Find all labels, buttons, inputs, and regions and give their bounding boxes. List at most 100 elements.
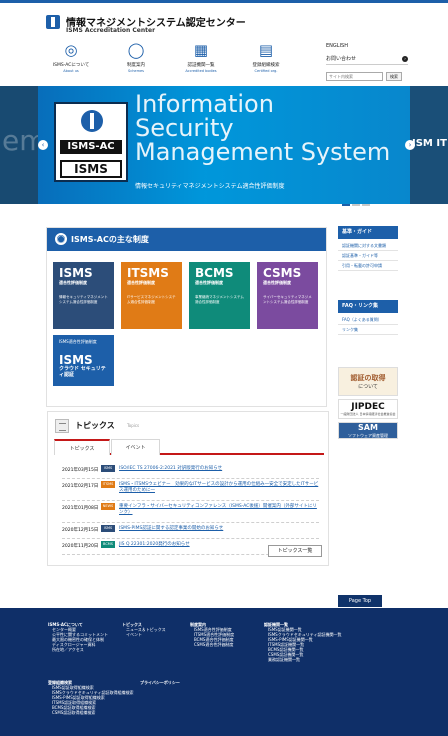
news-date: 2021年02月17日 bbox=[62, 484, 99, 489]
card-description: 事業継続マネジメントシステム適合性評価制度 bbox=[195, 295, 244, 304]
news-list: 2021年03月15日 ISMS ISO/IEC TS 27006-2:2021… bbox=[62, 463, 319, 555]
footer-link[interactable]: イベント bbox=[126, 632, 166, 637]
schemes-panel: ◯ ISMS-ACの主な制度 ISMS 適合性評価制度 情報セキュリティマネジメ… bbox=[47, 228, 326, 406]
news-date: 2021年03月15日 bbox=[62, 468, 99, 473]
news-tag: BCMS bbox=[101, 541, 115, 548]
utility-area: ENGLISH お問い合わせ › 検索 bbox=[326, 43, 408, 81]
faq-links: FAQ（よくある質問） リンク集 bbox=[338, 315, 398, 335]
slider-dot[interactable] bbox=[362, 204, 370, 206]
guide-link[interactable]: 引用・転載の許可申請 bbox=[338, 261, 398, 271]
footer-link[interactable]: 業務認証機関一覧 bbox=[268, 657, 341, 662]
slider-dot-active[interactable] bbox=[342, 204, 350, 206]
nav-bodies[interactable]: ▦ 認証機関一覧 Accredited bodies bbox=[170, 41, 232, 73]
header: 情報マネジメントシステム認定センター ISMS Accreditation Ce… bbox=[0, 0, 448, 86]
card-csms[interactable]: CSMS 適合性評価制度 サイバーセキュリティマネジメントシステム適合性評価制度 bbox=[257, 262, 318, 329]
faq-link[interactable]: リンク集 bbox=[338, 325, 398, 335]
schemes-title: ISMS-ACの主な制度 bbox=[71, 235, 149, 244]
english-link[interactable]: ENGLISH bbox=[326, 43, 408, 49]
nav-about[interactable]: ◎ ISMS-ACについて About us bbox=[40, 41, 102, 73]
card-description: ITサービスマネジメントシステム適合性評価制度 bbox=[127, 295, 176, 304]
nav-about-label: ISMS-ACについて bbox=[52, 63, 90, 68]
contact-link[interactable]: お問い合わせ › bbox=[326, 55, 408, 65]
faq-link[interactable]: FAQ（よくある質問） bbox=[338, 315, 398, 325]
guide-links: 認証機関に対する文書類 認証基準・ガイド等 引用・転載の許可申請 bbox=[338, 241, 398, 271]
footer-topics: トピックス ニュース＆トピックス イベント bbox=[122, 622, 166, 637]
privacy-policy-link[interactable]: プライバシーポリシー bbox=[140, 680, 180, 685]
search-input[interactable] bbox=[326, 72, 383, 81]
cloud-card-header: ISMS適合性評価制度 bbox=[59, 339, 97, 344]
slider-dots bbox=[342, 204, 382, 208]
news-link[interactable]: ISMS・ITSMSウェビナー 効果的なITサービスの設計から運用の仕組み一安全… bbox=[119, 482, 319, 494]
contact-label: お問い合わせ bbox=[326, 56, 357, 62]
right-sidebar: 基準・ガイド 認証機関に対する文書類 認証基準・ガイド等 引用・転載の許可申請 … bbox=[338, 226, 398, 439]
chevron-right-icon[interactable]: › bbox=[405, 140, 415, 150]
jipdec-banner[interactable]: JIPDEC 一般財団法人 日本情報経済社会推進協会 bbox=[338, 399, 398, 419]
news-date: 2020年11月20日 bbox=[62, 544, 99, 549]
nav-schemes[interactable]: ◯ 制度案内 Schemes bbox=[105, 41, 167, 73]
search-button[interactable]: 検索 bbox=[386, 72, 402, 81]
tab-events[interactable]: イベント bbox=[111, 439, 160, 455]
sam-logo: SAM bbox=[358, 423, 378, 432]
card-subtitle: 適合性評価制度 bbox=[195, 280, 223, 285]
logo-icon bbox=[81, 110, 103, 132]
footer-about: ISMS-ACについて センター概要 公平性に関するコミットメント 最大限の機密… bbox=[48, 622, 108, 652]
page-top-button[interactable]: Page Top bbox=[338, 595, 382, 607]
chevron-left-icon[interactable]: ‹ bbox=[38, 140, 48, 150]
site-subtitle: ISMS Accreditation Center bbox=[66, 27, 156, 34]
tab-topics[interactable]: トピックス bbox=[54, 439, 110, 455]
news-row: 2021年01月08日 NEWS 重要インフラ・サイバーセキュリティコンファレン… bbox=[62, 501, 319, 523]
card-title: BCMS bbox=[195, 266, 234, 280]
nav-bodies-en: Accredited bodies bbox=[185, 69, 217, 73]
badge-bottom: ISMS bbox=[60, 160, 122, 178]
news-tag: NEWS bbox=[101, 503, 115, 510]
news-tag: ISMS bbox=[101, 465, 115, 472]
guide-link[interactable]: 認証基準・ガイド等 bbox=[338, 251, 398, 261]
nav-certified-label: 登録組織検索 bbox=[252, 63, 280, 68]
logo-icon[interactable] bbox=[46, 15, 60, 29]
certification-banner-title: 認証の取得 bbox=[350, 374, 386, 382]
faq-heading: FAQ・リンク集 bbox=[338, 300, 398, 313]
guide-link[interactable]: 認証機関に対する文書類 bbox=[338, 241, 398, 251]
document-icon: ▤ bbox=[258, 41, 274, 59]
card-isms[interactable]: ISMS 適合性評価制度 情報セキュリティマネジメントシステム適合性評価制度 bbox=[53, 262, 114, 329]
news-date: 2021年01月08日 bbox=[62, 506, 99, 511]
hero-line-3: Management System bbox=[135, 138, 391, 166]
footer-link[interactable]: CSMS適合性評価制度 bbox=[194, 642, 234, 647]
hero-prev-slide: em bbox=[0, 86, 47, 204]
hero-next-slide: ISM IT bbox=[410, 86, 448, 204]
slider-dot[interactable] bbox=[352, 204, 360, 206]
footer-privacy: プライバシーポリシー bbox=[140, 680, 180, 685]
news-tag: ITSMS bbox=[101, 481, 115, 488]
document-icon bbox=[55, 419, 69, 433]
sam-subtitle: ソフトウェア資産管理 bbox=[348, 433, 388, 438]
news-row: 2021年02月17日 ITSMS ISMS・ITSMSウェビナー 効果的なIT… bbox=[62, 479, 319, 501]
footer-schemes: 制度案内 ISMS適合性評価制度 ITSMS適合性評価制度 BCMS適合性評価制… bbox=[190, 622, 234, 647]
globe-icon: ◯ bbox=[55, 233, 67, 245]
footer-link[interactable]: CSMS認証取得組織検索 bbox=[52, 710, 133, 715]
hero-next-text: ISM IT bbox=[412, 138, 447, 149]
news-link[interactable]: 重要インフラ・サイバーセキュリティコンファレンス（ISMS-AC後援）開催案内（… bbox=[119, 504, 319, 516]
news-link[interactable]: ISMS-PIMS認証に関する認定事業の開始のお知らせ bbox=[119, 526, 319, 532]
certification-banner-subtitle: について bbox=[358, 384, 378, 390]
footer: ISMS-ACについて センター概要 公平性に関するコミットメント 最大限の機密… bbox=[0, 608, 448, 736]
topics-more-button[interactable]: トピックス一覧 bbox=[268, 545, 322, 557]
nav-certified[interactable]: ▤ 登録組織検索 Certified org. bbox=[235, 41, 297, 73]
scheme-cards: ISMS 適合性評価制度 情報セキュリティマネジメントシステム適合性評価制度 I… bbox=[53, 262, 323, 386]
certification-banner[interactable]: 認証の取得 について bbox=[338, 367, 398, 396]
card-subtitle: 適合性評価制度 bbox=[59, 280, 87, 285]
card-isms-cloud[interactable]: ISMS適合性評価制度 ISMS クラウド セキュリティ認証 bbox=[53, 335, 114, 386]
footer-link[interactable]: 所在地／アクセス bbox=[52, 647, 108, 652]
jipdec-subtitle: 一般財団法人 日本情報経済社会推進協会 bbox=[340, 412, 396, 416]
news-date: 2020年12月15日 bbox=[62, 528, 99, 533]
hero-subtitle: 情報セキュリティマネジメントシステム適合性評価制度 bbox=[135, 183, 285, 190]
card-bcms[interactable]: BCMS 適合性評価制度 事業継続マネジメントシステム適合性評価制度 bbox=[189, 262, 250, 329]
card-itsms[interactable]: ITSMS 適合性評価制度 ITサービスマネジメントシステム適合性評価制度 bbox=[121, 262, 182, 329]
topics-title: トピックス bbox=[75, 421, 115, 430]
topics-subtitle: Topics bbox=[127, 423, 140, 428]
hero-line-1: Information bbox=[135, 90, 274, 118]
sam-banner[interactable]: SAM ソフトウェア資産管理 bbox=[338, 422, 398, 439]
nav-schemes-label: 制度案内 bbox=[127, 63, 145, 68]
news-link[interactable]: ISO/IEC TS 27006-2:2021 対訳版発行のお知らせ bbox=[119, 466, 319, 472]
hero-slide[interactable]: ISMS-AC ISMS Information Security Manage… bbox=[38, 86, 410, 204]
nav-schemes-en: Schemes bbox=[128, 69, 144, 73]
